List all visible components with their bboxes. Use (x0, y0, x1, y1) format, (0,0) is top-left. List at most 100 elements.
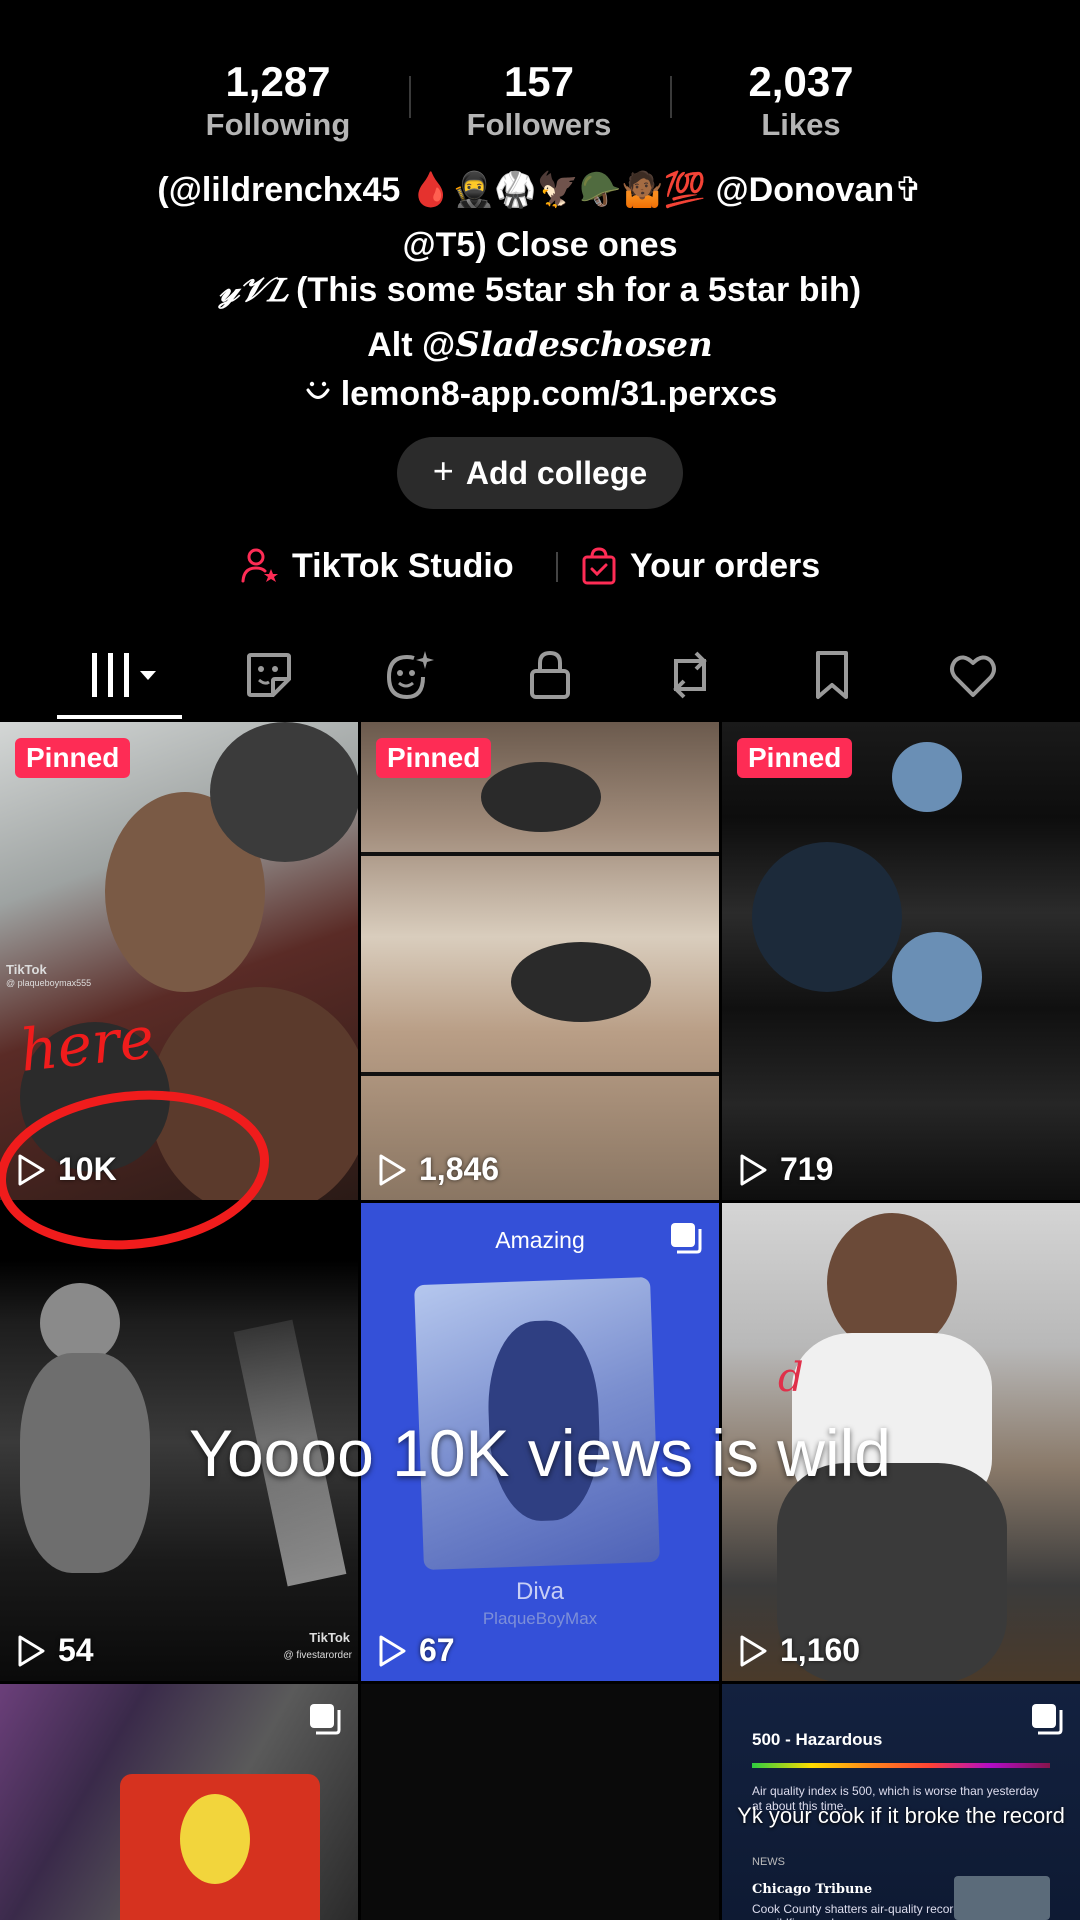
tab-liked[interactable] (938, 640, 1008, 710)
red-circle-annotation (0, 1090, 270, 1250)
videos-icon (91, 653, 156, 697)
tab-reposts[interactable] (655, 640, 725, 710)
tab-favorites[interactable] (797, 640, 867, 710)
view-count: 719 (738, 1151, 833, 1188)
repost-icon (673, 651, 707, 699)
here-annotation: here (16, 1003, 157, 1085)
watermark-username: @ plaqueboymax555 (6, 978, 92, 988)
view-count-text: 54 (58, 1632, 94, 1668)
add-college-label: Add college (465, 454, 648, 491)
collage-divider (361, 852, 719, 856)
thumbnail-figure (40, 1283, 120, 1363)
thumbnail-figure (827, 1213, 957, 1353)
following-count: 1,287 (225, 58, 331, 105)
video-title: Amazing (495, 1227, 585, 1253)
d-annotation: d (778, 1355, 804, 1401)
news-image (954, 1876, 1050, 1920)
thumbnail-figure (210, 722, 358, 862)
view-count: 1,846 (377, 1151, 499, 1188)
bio-script-text: 𝓎𝒱𝐿 (218, 270, 287, 310)
video-overlay-caption: Yoooo 10K views is wild (189, 1416, 891, 1490)
play-icon (379, 1635, 406, 1666)
video-thumbnail[interactable]: Pinned 719 (722, 722, 1080, 1200)
bio-link[interactable]: lemon8-app.com/31.perxcs (0, 372, 1080, 416)
heart-icon (950, 655, 996, 697)
likes-label: Likes (761, 107, 841, 142)
tab-videos[interactable] (80, 640, 165, 710)
bio-link-text: lemon8-app.com/31.perxcs (340, 375, 778, 413)
likes-count: 2,037 (748, 58, 854, 105)
plus-icon: + (432, 450, 454, 491)
tools-divider (556, 552, 558, 582)
view-count: 1,160 (738, 1632, 860, 1669)
likes-stat[interactable]: 2,037 Likes (671, 58, 931, 144)
video-thumbnail[interactable] (0, 1684, 358, 1920)
play-icon (18, 1635, 45, 1666)
bio-mention[interactable]: @Donovan✞ (716, 171, 923, 209)
lock-icon (530, 650, 570, 699)
multi-photo-icon (310, 1704, 341, 1735)
following-stat[interactable]: 1,287 Following (148, 58, 408, 144)
active-tab-indicator (57, 715, 182, 719)
aqi-scale (752, 1763, 1050, 1768)
view-count-text: 1,846 (419, 1151, 500, 1187)
watermark-username: @ fivestarorder (283, 1650, 352, 1661)
bookmark-icon (816, 651, 848, 699)
thumbnail-figure (892, 932, 982, 1022)
pinned-badge: Pinned (376, 738, 492, 778)
video-thumbnail[interactable]: Pinned 1,846 (361, 722, 719, 1200)
view-count-text: 67 (419, 1632, 455, 1668)
thumbnail-figure (892, 742, 962, 812)
add-college-button[interactable]: + Add college (397, 437, 683, 509)
shopping-bag-icon (582, 547, 616, 585)
pinned-badge: Pinned (737, 738, 853, 778)
view-count: 67 (377, 1632, 455, 1669)
news-headline: Cook County shatters air-quality record … (752, 1902, 961, 1920)
followers-label: Followers (466, 107, 612, 142)
video-thumbnail[interactable]: 500 - Hazardous Air quality index is 500… (722, 1684, 1080, 1920)
play-icon (740, 1154, 767, 1185)
video-caption: Yk your cook if it broke the record (737, 1803, 1065, 1828)
followers-count: 157 (503, 58, 575, 105)
pinned-badge: Pinned (15, 738, 131, 778)
multi-photo-icon (671, 1223, 702, 1254)
thumbnail-figure (180, 1794, 250, 1884)
view-count-text: 719 (780, 1151, 834, 1187)
person-star-icon (241, 548, 278, 583)
tiktok-studio-button[interactable]: TikTok Studio (240, 538, 514, 594)
play-icon (740, 1635, 767, 1666)
album-artist: PlaqueBoyMax (482, 1609, 598, 1628)
thumbnail-figure (481, 762, 601, 832)
your-orders-button[interactable]: Your orders (578, 538, 820, 594)
bio-alt-prefix: Alt @ (367, 326, 456, 364)
your-orders-label: Your orders (630, 546, 821, 585)
bio-mention[interactable]: (@lildrenchx45 (157, 171, 400, 209)
bio-text: (This some 5star sh for a 5star bih) (296, 271, 862, 309)
profile-stats: 1,287 Following 157 Followers 2,037 Like… (0, 58, 1080, 148)
followers-stat[interactable]: 157 Followers (409, 58, 669, 144)
view-count-text: 1,160 (780, 1632, 861, 1668)
tab-private[interactable] (515, 640, 585, 710)
profile-tabs (0, 630, 1080, 720)
bio-line-2: @T5) Close ones (402, 226, 678, 264)
ai-face-icon (386, 651, 434, 700)
tiktok-watermark: TikTok (6, 962, 47, 977)
newspaper-name: Chicago Tribune (752, 1882, 873, 1897)
tiktok-watermark: TikTok (309, 1630, 350, 1645)
bio-emojis: 🩸🥷🥋🦅🪖🤷🏾💯 (409, 170, 707, 210)
smile-link-icon (306, 381, 330, 399)
aqi-heading: 500 - Hazardous (752, 1730, 883, 1749)
album-title: Diva (515, 1578, 564, 1605)
collage-divider (361, 1072, 719, 1076)
tab-stickers[interactable] (234, 640, 304, 710)
view-count: 54 (16, 1632, 94, 1669)
multi-photo-icon (1032, 1704, 1063, 1735)
news-label: NEWS (752, 1856, 785, 1868)
video-thumbnail[interactable] (361, 1684, 719, 1920)
bio-line-1: (@lildrenchx45 🩸🥷🥋🦅🪖🤷🏾💯 @Donovan✞ (0, 168, 1080, 212)
play-icon (379, 1154, 406, 1185)
bio-alt-handle[interactable]: Sladeschosen (455, 325, 713, 365)
tab-ai-self[interactable] (374, 640, 444, 710)
bio-line-3: 𝓎𝒱𝐿 (This some 5star sh for a 5star bih) (0, 268, 1080, 312)
sticker-icon (247, 653, 291, 697)
